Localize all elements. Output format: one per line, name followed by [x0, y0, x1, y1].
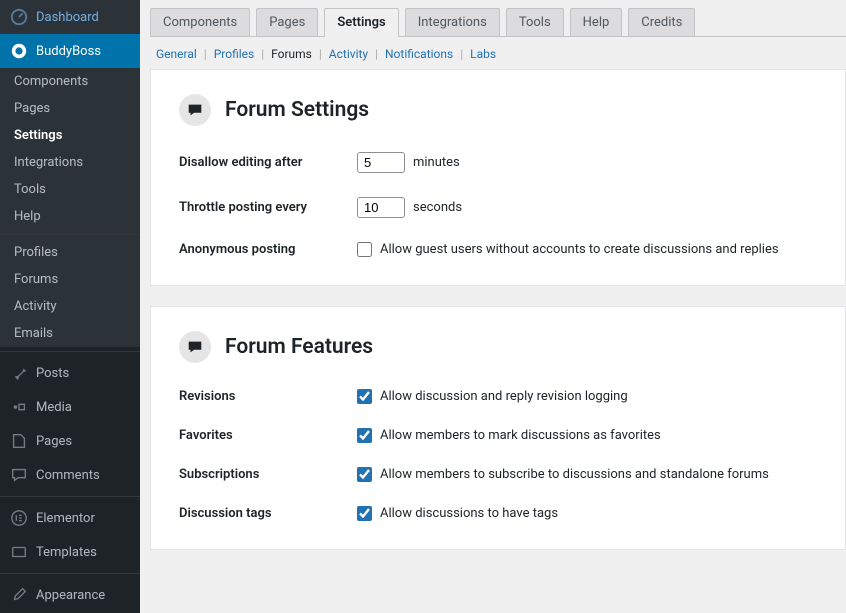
panel-title: Forum Features — [225, 335, 373, 359]
row-revisions: Revisions Allow discussion and reply rev… — [179, 389, 817, 404]
settings-subnav: General | Profiles | Forums | Activity |… — [150, 37, 846, 69]
row-subscriptions: Subscriptions Allow members to subscribe… — [179, 467, 817, 482]
tab-settings[interactable]: Settings — [324, 8, 398, 36]
elementor-icon — [10, 509, 28, 527]
subnav-general[interactable]: General — [156, 47, 197, 61]
sidebar-item-appearance[interactable]: Appearance — [0, 578, 140, 612]
subnav-forums[interactable]: Forums — [271, 47, 312, 61]
dashboard-icon — [10, 8, 28, 26]
sidebar-item-posts[interactable]: Posts — [0, 356, 140, 390]
sidebar-sub-emails[interactable]: Emails — [0, 320, 140, 347]
buddyboss-icon — [10, 42, 28, 60]
sidebar-item-buddyboss[interactable]: BuddyBoss — [0, 34, 140, 68]
tab-integrations[interactable]: Integrations — [405, 8, 500, 36]
sidebar-sub-activity[interactable]: Activity — [0, 293, 140, 320]
checkbox-anonymous-desc: Allow guest users without accounts to cr… — [380, 242, 779, 257]
label-revisions: Revisions — [179, 389, 357, 404]
subnav-profiles[interactable]: Profiles — [214, 47, 255, 61]
brush-icon — [10, 586, 28, 604]
unit-minutes: minutes — [413, 155, 460, 170]
row-favorites: Favorites Allow members to mark discussi… — [179, 428, 817, 443]
sidebar-sub-settings[interactable]: Settings — [0, 122, 140, 149]
label-throttle: Throttle posting every — [179, 200, 357, 215]
checkbox-favorites[interactable] — [357, 428, 372, 443]
sidebar-sub-components[interactable]: Components — [0, 68, 140, 95]
sidebar-sub-tools[interactable]: Tools — [0, 176, 140, 203]
tab-components[interactable]: Components — [150, 8, 250, 36]
panel-forum-features: Forum Features Revisions Allow discussio… — [150, 306, 846, 550]
row-throttle: Throttle posting every seconds — [179, 197, 817, 218]
page-icon — [10, 432, 28, 450]
pin-icon — [10, 364, 28, 382]
row-discussion-tags: Discussion tags Allow discussions to hav… — [179, 506, 817, 521]
unit-seconds: seconds — [413, 200, 462, 215]
forum-icon — [179, 331, 211, 363]
subnav-labs[interactable]: Labs — [470, 47, 496, 61]
input-throttle-seconds[interactable] — [357, 197, 405, 218]
tab-pages[interactable]: Pages — [256, 8, 318, 36]
panel-forum-settings: Forum Settings Disallow editing after mi… — [150, 69, 846, 286]
sidebar-sub-pages[interactable]: Pages — [0, 95, 140, 122]
sidebar-sub-forums[interactable]: Forums — [0, 266, 140, 293]
sidebar-sub-help[interactable]: Help — [0, 203, 140, 230]
sidebar-sub-integrations[interactable]: Integrations — [0, 149, 140, 176]
label-tags: Discussion tags — [179, 506, 357, 521]
tab-help[interactable]: Help — [570, 8, 623, 36]
comment-icon — [10, 466, 28, 484]
label-subscriptions: Subscriptions — [179, 467, 357, 482]
subnav-activity[interactable]: Activity — [329, 47, 368, 61]
checkbox-subscriptions-desc: Allow members to subscribe to discussion… — [380, 467, 769, 482]
row-disallow-editing: Disallow editing after minutes — [179, 152, 817, 173]
label-editing: Disallow editing after — [179, 155, 357, 170]
checkbox-tags-desc: Allow discussions to have tags — [380, 506, 558, 521]
forum-icon — [179, 94, 211, 126]
checkbox-revisions-desc: Allow discussion and reply revision logg… — [380, 389, 628, 404]
admin-sidebar: Dashboard BuddyBoss Components Pages Set… — [0, 0, 140, 613]
sidebar-item-elementor[interactable]: Elementor — [0, 501, 140, 535]
sidebar-sub-profiles[interactable]: Profiles — [0, 239, 140, 266]
checkbox-revisions[interactable] — [357, 389, 372, 404]
templates-icon — [10, 543, 28, 561]
sidebar-item-label: BuddyBoss — [36, 44, 101, 59]
sidebar-item-media[interactable]: Media — [0, 390, 140, 424]
panel-title: Forum Settings — [225, 98, 369, 122]
sidebar-item-templates[interactable]: Templates — [0, 535, 140, 569]
sidebar-item-label: Dashboard — [36, 10, 99, 25]
tab-bar: Components Pages Settings Integrations T… — [150, 0, 846, 37]
checkbox-tags[interactable] — [357, 506, 372, 521]
main-content: Components Pages Settings Integrations T… — [140, 0, 846, 613]
sidebar-item-dashboard[interactable]: Dashboard — [0, 0, 140, 34]
label-favorites: Favorites — [179, 428, 357, 443]
checkbox-favorites-desc: Allow members to mark discussions as fav… — [380, 428, 661, 443]
sidebar-item-comments[interactable]: Comments — [0, 458, 140, 492]
media-icon — [10, 398, 28, 416]
checkbox-subscriptions[interactable] — [357, 467, 372, 482]
input-editing-minutes[interactable] — [357, 152, 405, 173]
tab-tools[interactable]: Tools — [506, 8, 564, 36]
sidebar-submenu-buddyboss: Components Pages Settings Integrations T… — [0, 68, 140, 347]
row-anonymous: Anonymous posting Allow guest users with… — [179, 242, 817, 257]
label-anonymous: Anonymous posting — [179, 242, 357, 257]
tab-credits[interactable]: Credits — [628, 8, 695, 36]
sidebar-item-pages[interactable]: Pages — [0, 424, 140, 458]
subnav-notifications[interactable]: Notifications — [385, 47, 453, 61]
checkbox-anonymous[interactable] — [357, 242, 372, 257]
